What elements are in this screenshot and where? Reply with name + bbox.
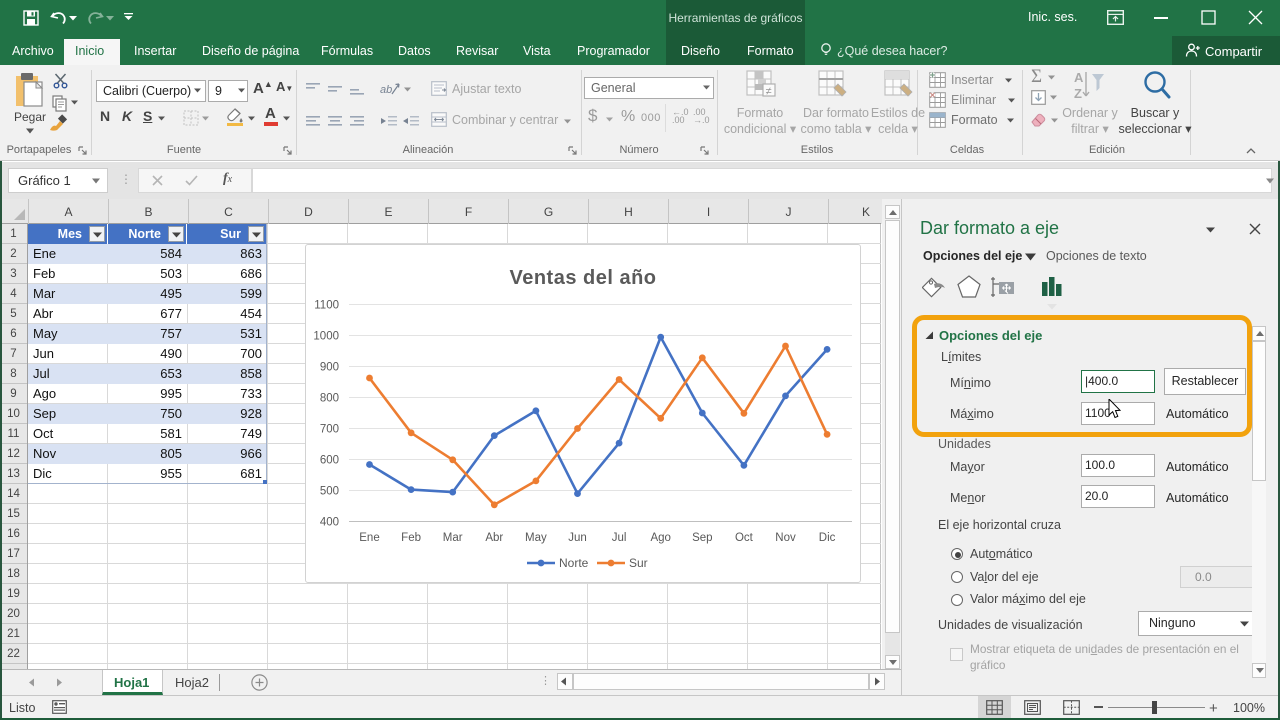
svg-text:Dic: Dic: [819, 532, 836, 544]
svg-text:Jun: Jun: [568, 532, 587, 544]
svg-text:A: A: [1074, 70, 1084, 85]
svg-text:Feb: Feb: [401, 532, 421, 544]
svg-text:Ene: Ene: [359, 532, 379, 544]
svg-text:1100: 1100: [314, 300, 339, 312]
svg-text:900: 900: [320, 362, 339, 374]
svg-text:Oct: Oct: [735, 532, 754, 544]
svg-text:Abr: Abr: [485, 532, 503, 544]
svg-text:800: 800: [320, 393, 339, 405]
svg-text:Z: Z: [1074, 86, 1082, 101]
svg-text:Ventas del año: Ventas del año: [509, 267, 656, 289]
svg-text:Sep: Sep: [692, 532, 712, 544]
svg-text:ab: ab: [380, 84, 392, 96]
svg-text:Ago: Ago: [650, 532, 670, 544]
svg-text:Mar: Mar: [443, 532, 463, 544]
svg-text:Nov: Nov: [775, 532, 796, 544]
svg-text:400: 400: [320, 517, 339, 529]
svg-text:Sur: Sur: [629, 556, 648, 570]
svg-text:700: 700: [320, 424, 339, 436]
svg-text:Jul: Jul: [612, 532, 627, 544]
svg-text:Norte: Norte: [559, 556, 589, 570]
svg-text:≠: ≠: [766, 86, 772, 98]
svg-text:1000: 1000: [313, 331, 339, 343]
svg-text:500: 500: [320, 486, 339, 498]
svg-text:May: May: [525, 532, 547, 544]
svg-text:600: 600: [320, 455, 339, 467]
